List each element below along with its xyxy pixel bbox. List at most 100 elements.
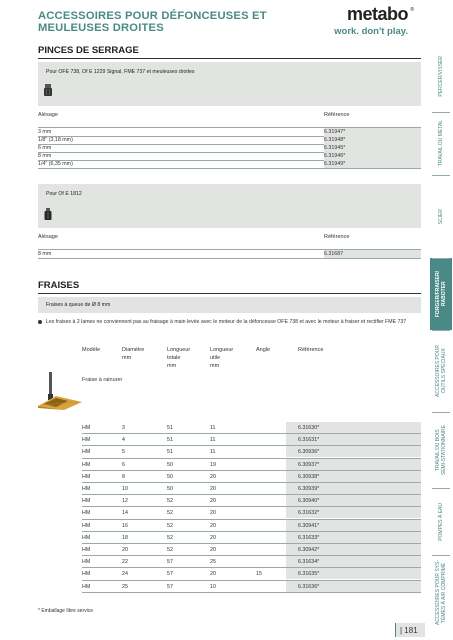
side-tab-label: POMPES À EAU [438,502,444,541]
table-row: 1/4" (6,35 mm) 6.31949* [38,160,421,168]
ref-cell: 6.30940* [298,498,320,505]
col-header-longueur-utile-unit: mm [210,363,220,369]
group-label: Pour Of E 1812 [46,191,82,197]
pinces-group2-header: Pour Of E 1812 [38,184,421,228]
ref-cell: 6.31634* [298,559,320,566]
diam-cell: 25 [122,583,128,590]
table-row: HM 5 51 11 6.30936* [82,445,421,458]
diam-cell: 3 [122,425,125,431]
reference-cell: 6.31949* [324,161,346,167]
table-row: HM 3 51 11 6.31630* [82,421,421,434]
diam-cell: 8 [122,473,125,480]
ref-cell: 6.31632* [298,510,320,517]
divider [38,58,421,59]
table-row: HM 4 51 11 6.31631* [82,433,421,446]
side-tab-label: TRAVAIL DU MÉTAL [438,120,444,167]
lu-cell: 10 [210,583,216,590]
lt-cell: 50 [167,461,173,468]
lt-cell: 57 [167,559,173,566]
side-tab-5[interactable]: TRAVAIL DU BOIS SEMI-STATIONNAIRE [430,412,452,488]
col-header-reference: Référence [324,112,350,118]
page-number-box: | 181 [395,623,425,637]
side-tab-3[interactable]: FORGER/FRAISER/ RABOTER [430,258,452,330]
group-label: Fraises à queue de Ø 8 mm [46,302,111,308]
modele-cell: HM [82,559,91,566]
alesage-cell: 8 mm [38,153,52,159]
side-tab-label: SCIER [438,208,444,225]
side-tab-1[interactable]: TRAVAIL DU MÉTAL [430,112,452,175]
table-row: HM 12 52 20 6.30940* [82,494,421,507]
col-header-reference: Référence [298,347,324,353]
ref-cell: 6.30938* [298,473,320,480]
table-row: HM 14 52 20 6.31632* [82,506,421,519]
table-row: HM 10 50 20 6.30939* [82,482,421,495]
col-header-alesage: Alésage [38,112,58,118]
section-title-pinces: PINCES DE SERRAGE [38,45,139,56]
side-tab-label: TRAVAIL DU BOIS SEMI-STATIONNAIRE [435,424,447,476]
table-row: HM 22 57 25 6.31634* [82,555,421,568]
lu-cell: 20 [210,547,216,553]
table-row: 1/8" (3,18 mm) 6.31948* [38,136,421,144]
lt-cell: 57 [167,571,173,578]
side-tab-0[interactable]: PERCER/VISSER [430,40,452,112]
diam-cell: 16 [122,522,128,529]
ref-cell: 6.31631* [298,437,320,444]
section-title-fraises: FRAISES [38,280,80,291]
reference-cell: 6.31947* [324,129,346,135]
modele-cell: HM [82,534,91,541]
row-divider [38,168,421,169]
page-number: | 181 [400,626,418,635]
ref-cell: 6.30942* [298,547,320,553]
side-tab-divider [432,412,450,413]
modele-cell: HM [82,547,91,553]
bullet-icon [38,320,42,324]
metabo-logo: metabo ® work. don't play. [330,4,414,38]
table-row: HM 6 50 19 6.30937* [82,458,421,471]
lt-cell: 57 [167,583,173,590]
side-tab-6[interactable]: POMPES À EAU [430,488,452,555]
col-header-reference: Référence [324,234,350,240]
col-header-angle: Angle [256,347,271,353]
lt-cell: 52 [167,547,173,553]
modele-cell: HM [82,425,91,431]
divider [38,293,421,294]
table-row: HM 8 50 20 6.30938* [82,470,421,483]
col-header-longueur-totale-unit: mm [167,363,177,369]
collet-icon [44,208,52,220]
alesage-cell: 6 mm [38,145,52,151]
group-label: Pour OFE 738, Of E 1229 Signal, FME 737 … [46,69,195,75]
side-tab-2[interactable]: SCIER [430,175,452,258]
side-tab-label: ACCESSOIRES POUR OUTILS SPÉCIAUX [435,345,447,397]
lt-cell: 51 [167,425,173,431]
page-title: ACCESSOIRES POUR DÉFONCEUSES ET MEULEUSE… [38,10,267,34]
table-row: 6 mm 6.31945* [38,144,421,152]
lu-cell: 20 [210,522,216,529]
diam-cell: 22 [122,559,128,566]
table-row: HM 20 52 20 6.30942* [82,543,421,556]
alesage-cell: 1/8" (3,18 mm) [38,137,73,143]
collet-icon [44,84,52,96]
side-tab-7[interactable]: ACCESSOIRES POUR SYS- TÈMES À AIR COMPRI… [430,555,452,630]
side-tab-4[interactable]: ACCESSOIRES POUR OUTILS SPÉCIAUX [430,330,452,412]
diam-cell: 14 [122,510,128,517]
modele-cell: HM [82,522,91,529]
ref-cell: 6.31630* [298,425,320,431]
modele-cell: HM [82,486,91,492]
diam-cell: 18 [122,534,128,541]
alesage-cell: 8 mm [38,251,52,257]
footnote: * Emballage libre service [38,608,94,614]
side-tab-label: FORGER/FRAISER/ RABOTER [435,270,447,318]
reference-cell: 6.31945* [324,145,346,151]
table-row: HM 18 52 20 6.31633* [82,531,421,544]
side-tab-divider [432,258,450,259]
side-tab-divider [432,175,450,176]
diam-cell: 12 [122,498,128,505]
modele-cell: HM [82,510,91,517]
side-tab-divider [432,112,450,113]
side-tab-divider [432,555,450,556]
modele-cell: HM [82,449,91,456]
ref-cell: 6.30941* [298,522,320,529]
logo-tagline: work. don't play. [334,26,408,37]
router-bit-illustration [38,372,82,410]
diam-cell: 6 [122,461,125,468]
